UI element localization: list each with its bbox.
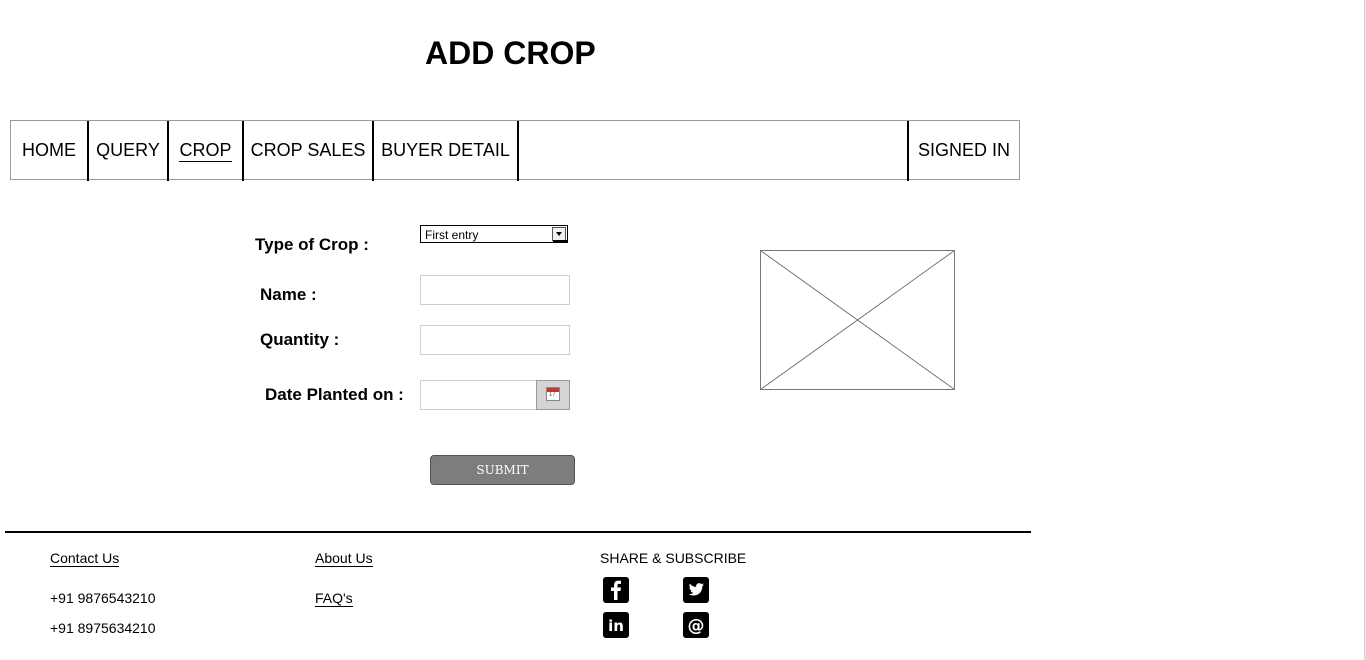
faqs-link[interactable]: FAQ's [315, 590, 353, 607]
nav-buyer-detail[interactable]: BUYER DETAIL [374, 121, 517, 179]
svg-text:in: in [608, 617, 624, 635]
share-subscribe-heading: SHARE & SUBSCRIBE [600, 550, 747, 566]
name-input[interactable] [420, 275, 570, 305]
nav-divider [517, 121, 519, 181]
about-us-link[interactable]: About Us [315, 550, 373, 567]
twitter-icon[interactable] [683, 577, 709, 603]
chevron-down-icon[interactable] [552, 227, 567, 242]
nav-buyer-detail-label: BUYER DETAIL [381, 140, 510, 160]
phone-number-1: +91 9876543210 [50, 590, 156, 606]
type-of-crop-value: First entry [425, 228, 479, 242]
phone-number-2: +91 8975634210 [50, 620, 156, 636]
main-nav: HOME QUERY CROP CROP SALES BUYER DETAIL … [10, 120, 1020, 181]
calendar-button[interactable]: 17 [536, 380, 570, 410]
nav-crop-sales[interactable]: CROP SALES [244, 121, 372, 179]
nav-home-label: HOME [22, 140, 76, 160]
nav-home[interactable]: HOME [11, 121, 87, 179]
nav-crop[interactable]: CROP [169, 121, 242, 179]
nav-signed-in[interactable]: SIGNED IN [909, 121, 1019, 179]
nav-signed-in-label: SIGNED IN [917, 140, 1010, 160]
nav-query[interactable]: QUERY [89, 121, 167, 179]
type-of-crop-label: Type of Crop : [255, 235, 369, 254]
page-title: ADD CROP [425, 35, 596, 71]
svg-text:@: @ [688, 616, 705, 636]
contact-us-link[interactable]: Contact Us [50, 550, 120, 567]
calendar-icon: 17 [546, 387, 560, 401]
quantity-label: Quantity : [260, 330, 340, 349]
nav-query-label: QUERY [96, 140, 160, 160]
type-of-crop-select[interactable]: First entry [420, 225, 568, 243]
nav-crop-label: CROP [179, 140, 232, 162]
submit-button[interactable]: SUBMIT [430, 455, 575, 485]
nav-crop-sales-label: CROP SALES [250, 140, 366, 160]
footer-divider [5, 531, 1031, 533]
linkedin-icon[interactable]: in [603, 612, 629, 638]
email-icon[interactable]: @ [683, 612, 709, 638]
name-label: Name : [260, 285, 317, 304]
date-planted-input[interactable]: 17 [420, 380, 570, 410]
facebook-icon[interactable] [603, 577, 629, 603]
image-placeholder [760, 250, 955, 390]
date-planted-label: Date Planted on : [265, 385, 404, 404]
quantity-input[interactable] [420, 325, 570, 355]
